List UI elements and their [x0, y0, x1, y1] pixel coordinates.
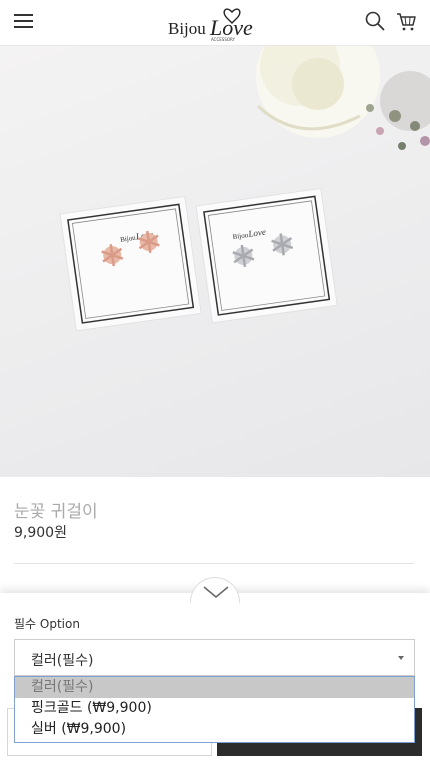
option-label: 필수 Option	[14, 617, 80, 631]
color-dropdown-list[interactable]: 컬러(필수) 핑크골드 (₩9,900) 실버 (₩9,900)	[14, 676, 415, 743]
earring-card-silver: Bijou Love	[195, 187, 338, 324]
product-image[interactable]: Bijou Love Bijou Love	[0, 46, 430, 477]
product-info: 눈꽃 귀걸이 9,900원	[0, 477, 430, 593]
product-price: 9,900원	[14, 525, 67, 541]
brand-logo[interactable]: Bijou Love ACCESSORY	[166, 3, 266, 43]
divider	[14, 563, 414, 564]
product-title: 눈꽃 귀걸이	[14, 502, 98, 522]
top-header: Bijou Love ACCESSORY	[0, 0, 430, 46]
rose-decoration	[256, 46, 430, 150]
hamburger-menu-icon[interactable]	[14, 11, 36, 31]
color-select[interactable]: 컬러(필수)	[14, 639, 415, 676]
logo-accessory-text: ACCESSORY	[211, 37, 236, 42]
logo-bijou-text: Bijou	[168, 19, 206, 38]
chevron-down-icon	[203, 586, 229, 598]
select-value: 컬러(필수)	[31, 653, 94, 669]
caret-down-icon	[398, 656, 404, 660]
dropdown-option-silver[interactable]: 실버 (₩9,900)	[15, 719, 414, 740]
search-icon[interactable]	[364, 10, 386, 32]
dropdown-option-placeholder[interactable]: 컬러(필수)	[15, 677, 414, 698]
cart-icon[interactable]	[395, 10, 417, 32]
dropdown-option-pinkgold[interactable]: 핑크골드 (₩9,900)	[15, 698, 414, 719]
earring-card-pinkgold: Bijou Love	[59, 195, 202, 332]
